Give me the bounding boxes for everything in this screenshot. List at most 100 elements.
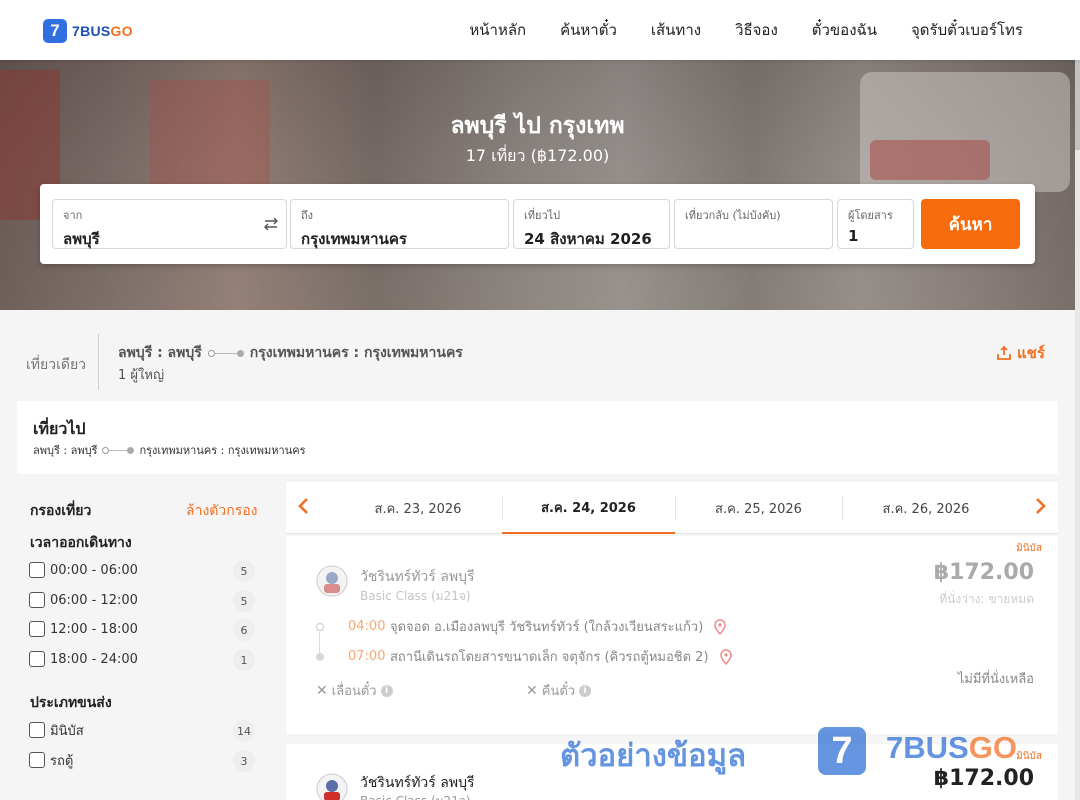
map-pin-icon[interactable] — [719, 648, 733, 665]
sold-out-status: ไม่มีที่นั่งเหลือ — [957, 672, 1034, 687]
checkbox[interactable] — [29, 562, 45, 578]
info-icon[interactable]: i — [579, 684, 592, 697]
filter-type-0[interactable]: มินิบัส 14 — [29, 718, 255, 742]
vehicle-type-tag: มินิบัส — [1016, 751, 1042, 762]
refund-label: คืนตั๋ว — [541, 684, 576, 699]
service-class: Basic Class (ม21จ) — [360, 792, 471, 800]
summary-route: ลพบุรี : ลพบุรี กรุงเทพมหานคร : กรุงเทพม… — [118, 342, 463, 364]
return-label: เที่ยวกลับ (ไม่บังคับ) — [685, 209, 781, 222]
count-badge: 3 — [233, 750, 255, 772]
logo-mark: 7 — [43, 19, 67, 43]
clear-filters-link[interactable]: ล้างตัวกรอง — [186, 500, 257, 522]
outbound-origin: ลพบุรี : ลพบุรี — [33, 444, 98, 457]
outbound-route: ลพบุรี : ลพบุรี กรุงเทพมหานคร : กรุงเทพม… — [33, 441, 306, 459]
checkbox[interactable] — [29, 621, 45, 637]
nav-home[interactable]: หน้าหลัก — [469, 18, 526, 42]
filter-time-3[interactable]: 18:00 - 24:00 1 — [29, 647, 255, 671]
chevron-left-icon[interactable] — [292, 494, 316, 518]
nav-my-tickets[interactable]: ตั๋วของฉัน — [812, 18, 877, 42]
count-badge: 6 — [233, 619, 255, 641]
passenger-field[interactable]: ผู้โดยสาร 1 — [837, 199, 914, 249]
count-badge: 1 — [233, 649, 255, 671]
reschedule-policy[interactable]: ✕ เลื่อนตั๋ว i — [316, 680, 393, 701]
search-button[interactable]: ค้นหา — [921, 199, 1020, 249]
seat-availability: ที่นั่งว่าง: ขายหมด — [939, 592, 1034, 606]
watermark-brand: 7BUSGO — [886, 730, 1017, 765]
info-icon[interactable]: i — [380, 684, 393, 697]
divider — [98, 334, 99, 390]
swap-icon[interactable] — [261, 214, 281, 234]
stop-dot — [316, 622, 324, 631]
arrival-stop: 07:00 สถานีเดินรถโดยสารขนาดเล็ก จตุจักร … — [316, 646, 733, 667]
refund-policy[interactable]: ✕ คืนตั๋ว i — [526, 680, 592, 701]
search-panel: จาก ลพบุรี ถึง กรุงเทพมหานคร เที่ยวไป 24… — [40, 184, 1035, 264]
map-pin-icon[interactable] — [713, 618, 727, 635]
depart-value: 24 สิงหาคม 2026 — [524, 230, 652, 248]
nav-routes[interactable]: เส้นทาง — [651, 18, 701, 42]
operator-name: วัชรินทร์ทัวร์ ลพบุรี — [360, 775, 475, 791]
filter-time-1[interactable]: 06:00 - 12:00 5 — [29, 588, 255, 612]
filter-label: 00:00 - 06:00 — [50, 562, 138, 578]
to-label: ถึง — [301, 209, 314, 222]
departure-time: 04:00 — [348, 619, 386, 634]
date-tab-prev[interactable]: ส.ค. 23, 2026 — [334, 482, 502, 534]
chevron-right-icon[interactable] — [1028, 494, 1052, 518]
checkbox[interactable] — [29, 722, 45, 738]
share-icon — [997, 345, 1011, 360]
filter-label: 12:00 - 18:00 — [50, 621, 138, 637]
filter-time-2[interactable]: 12:00 - 18:00 6 — [29, 617, 255, 641]
logo-text: 7BUSGO — [72, 23, 133, 39]
outbound-header: เที่ยวไป ลพบุรี : ลพบุรี กรุงเทพมหานคร :… — [17, 401, 1058, 474]
service-class: Basic Class (ม21จ) — [360, 589, 471, 603]
close-icon: ✕ — [526, 682, 538, 699]
sample-data-watermark: ตัวอย่างข้อมูล — [560, 738, 747, 774]
brand-logo[interactable]: 7 7BUSGO — [43, 19, 133, 43]
checkbox[interactable] — [29, 592, 45, 608]
close-icon: ✕ — [316, 682, 328, 699]
filter-label: 18:00 - 24:00 — [50, 651, 138, 667]
watermark-logo-mark: 7 — [818, 727, 866, 775]
date-tab-next-2[interactable]: ส.ค. 26, 2026 — [842, 482, 1010, 534]
passenger-value: 1 — [848, 227, 859, 245]
nav-how-to-book[interactable]: วิธีจอง — [735, 18, 778, 42]
share-label: แชร์ — [1017, 344, 1045, 362]
date-selector: ส.ค. 23, 2026 ส.ค. 24, 2026 ส.ค. 25, 202… — [286, 482, 1058, 534]
route-title: ลพบุรี ไป กรุงเทพ — [450, 113, 625, 139]
return-date-field[interactable]: เที่ยวกลับ (ไม่บังคับ) — [674, 199, 833, 249]
trip-card[interactable]: มินิบัส วัชรินทร์ทัวร์ ลพบุรี Basic Clas… — [286, 536, 1058, 734]
vehicle-type-title: ประเภทขนส่ง — [30, 695, 112, 711]
checkbox[interactable] — [29, 752, 45, 768]
nav-search-tickets[interactable]: ค้นหาตั๋ว — [560, 18, 617, 42]
stop-dot — [316, 652, 324, 661]
filter-title: กรองเที่ยว — [30, 503, 92, 519]
from-field[interactable]: จาก ลพบุรี — [52, 199, 287, 249]
operator-name: วัชรินทร์ทัวร์ ลพบุรี — [360, 569, 475, 585]
nav-ticket-points[interactable]: จุดรับตั๋วเบอร์โทร — [911, 18, 1023, 42]
trip-price: ฿172.00 — [933, 560, 1034, 585]
summary-destination: กรุงเทพมหานคร : กรุงเทพมหานคร — [249, 345, 463, 361]
filter-label: 06:00 - 12:00 — [50, 592, 138, 608]
route-line-icon — [102, 446, 135, 454]
date-tab-selected[interactable]: ส.ค. 24, 2026 — [502, 482, 675, 534]
passenger-label: ผู้โดยสาร — [848, 209, 893, 222]
departure-stop-name: จุดจอด อ.เมืองลพบุรี วัชรินทร์ทัวร์ (ใกล… — [390, 620, 704, 635]
to-field[interactable]: ถึง กรุงเทพมหานคร — [290, 199, 509, 249]
operator-logo-icon — [316, 773, 348, 800]
outbound-destination: กรุงเทพมหานคร : กรุงเทพมหานคร — [139, 444, 306, 457]
filter-type-1[interactable]: รถตู้ 3 — [29, 748, 255, 772]
checkbox[interactable] — [29, 651, 45, 667]
from-label: จาก — [63, 209, 83, 222]
filter-label: มินิบัส — [50, 723, 84, 739]
reschedule-label: เลื่อนตั๋ว — [331, 684, 377, 699]
operator-logo-icon — [316, 565, 348, 597]
departure-stop: 04:00 จุดจอด อ.เมืองลพบุรี วัชรินทร์ทัวร… — [316, 616, 727, 637]
depart-date-field[interactable]: เที่ยวไป 24 สิงหาคม 2026 — [513, 199, 670, 249]
summary-passengers: 1 ผู้ใหญ่ — [118, 368, 165, 383]
date-tab-next[interactable]: ส.ค. 25, 2026 — [675, 482, 842, 534]
top-navigation-bar: 7 7BUSGO หน้าหลัก ค้นหาตั๋ว เส้นทาง วิธี… — [0, 0, 1080, 60]
filter-sidebar: กรองเที่ยว ล้างตัวกรอง เวลาออกเดินทาง 00… — [17, 482, 277, 800]
from-value: ลพบุรี — [63, 230, 100, 248]
filter-label: รถตู้ — [50, 753, 74, 769]
share-button[interactable]: แชร์ — [996, 341, 1045, 365]
filter-time-0[interactable]: 00:00 - 06:00 5 — [29, 558, 255, 582]
